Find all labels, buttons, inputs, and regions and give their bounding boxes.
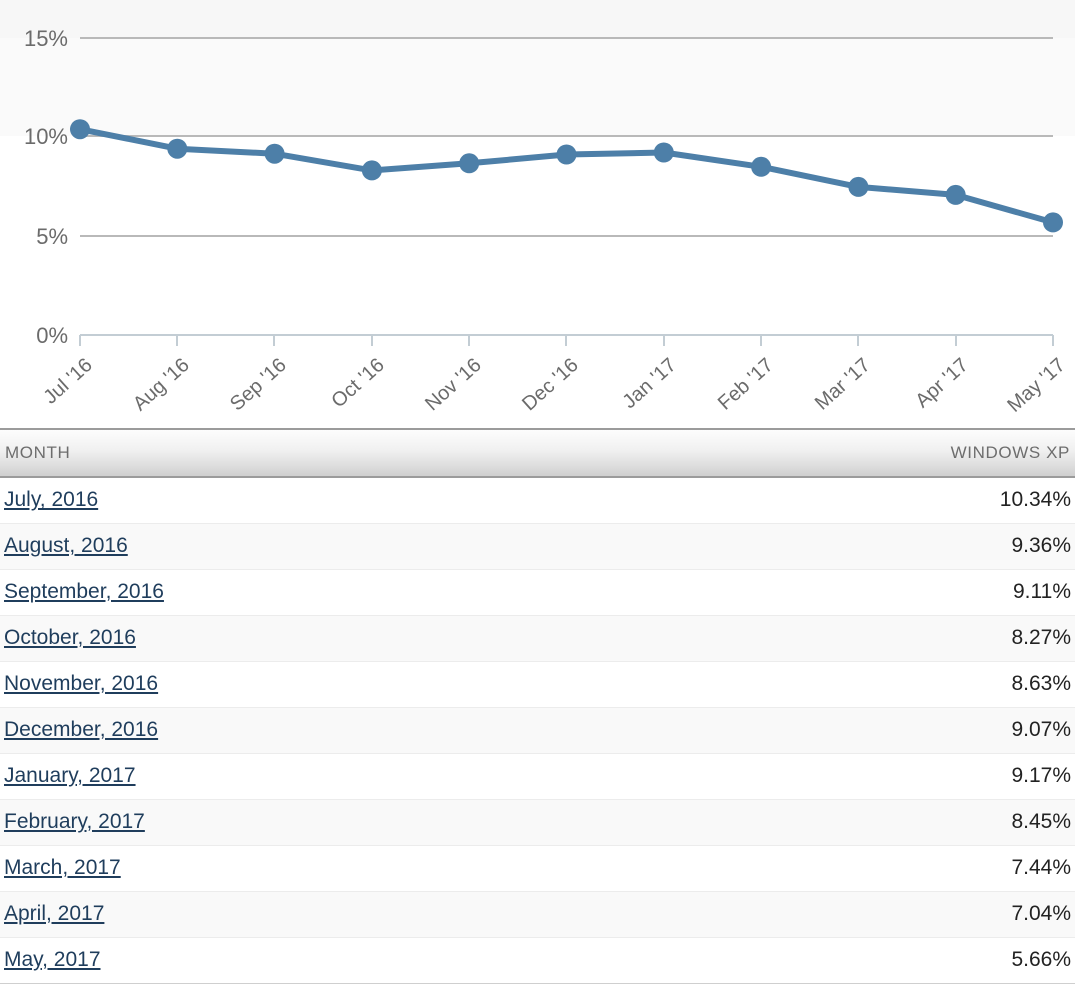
cell-windows-xp-value: 9.11% [538, 569, 1075, 615]
table-row: April, 2017 7.04% [0, 891, 1075, 937]
data-point-marker[interactable]: Aug '16: 9.36% [167, 139, 187, 159]
month-link[interactable]: September, 2016 [4, 580, 164, 603]
chart-bands [0, 0, 1075, 428]
data-point-marker[interactable]: Dec '16: 9.07% [557, 145, 577, 165]
y-tick-label: 0% [36, 323, 68, 348]
month-link[interactable]: October, 2016 [4, 626, 136, 649]
table-row: July, 2016 10.34% [0, 477, 1075, 523]
month-link[interactable]: May, 2017 [4, 948, 101, 971]
cell-windows-xp-value: 10.34% [538, 477, 1075, 523]
cell-windows-xp-value: 7.44% [538, 845, 1075, 891]
cell-windows-xp-value: 8.27% [538, 615, 1075, 661]
cell-month: December, 2016 [0, 707, 538, 753]
table-header-row: MONTH WINDOWS XP [0, 429, 1075, 477]
month-link[interactable]: July, 2016 [4, 488, 98, 511]
month-link[interactable]: March, 2017 [4, 856, 121, 879]
chart-canvas: 15% 10% 5% 0% Jul '16 Aug '16 Sep '16 Oc… [0, 0, 1075, 428]
cell-windows-xp-value: 9.17% [538, 753, 1075, 799]
cell-windows-xp-value: 8.63% [538, 661, 1075, 707]
month-link[interactable]: December, 2016 [4, 718, 158, 741]
cell-windows-xp-value: 7.04% [538, 891, 1075, 937]
cell-month: May, 2017 [0, 937, 538, 983]
y-tick-label: 5% [36, 224, 68, 249]
data-point-marker[interactable]: Feb '17: 8.45% [751, 157, 771, 177]
cell-month: April, 2017 [0, 891, 538, 937]
cell-month: August, 2016 [0, 523, 538, 569]
month-link[interactable]: January, 2017 [4, 764, 136, 787]
month-link[interactable]: April, 2017 [4, 902, 104, 925]
y-tick-label: 15% [24, 26, 68, 51]
monthly-data-table-wrapper: MONTH WINDOWS XP July, 201610.34%August,… [0, 428, 1075, 984]
cell-windows-xp-value: 5.66% [538, 937, 1075, 983]
data-point-marker[interactable]: Nov '16: 8.63% [459, 153, 479, 173]
cell-month: November, 2016 [0, 661, 538, 707]
cell-windows-xp-value: 9.36% [538, 523, 1075, 569]
table-row: August, 2016 9.36% [0, 523, 1075, 569]
data-point-marker[interactable]: Apr '17: 7.04% [946, 185, 966, 205]
table-row: March, 2017 7.44% [0, 845, 1075, 891]
data-point-marker[interactable]: Oct '16: 8.27% [362, 160, 382, 180]
cell-month: February, 2017 [0, 799, 538, 845]
column-header-month[interactable]: MONTH [0, 429, 538, 477]
data-point-marker[interactable]: Mar '17: 7.44% [848, 177, 868, 197]
month-link[interactable]: November, 2016 [4, 672, 158, 695]
stats-page: 15% 10% 5% 0% Jul '16 Aug '16 Sep '16 Oc… [0, 0, 1075, 990]
cell-month: January, 2017 [0, 753, 538, 799]
month-link[interactable]: August, 2016 [4, 534, 128, 557]
cell-month: July, 2016 [0, 477, 538, 523]
table-row: February, 2017 8.45% [0, 799, 1075, 845]
cell-windows-xp-value: 9.07% [538, 707, 1075, 753]
table-row: November, 2016 8.63% [0, 661, 1075, 707]
column-header-windows-xp[interactable]: WINDOWS XP [538, 429, 1075, 477]
y-tick-label: 10% [24, 124, 68, 149]
cell-month: September, 2016 [0, 569, 538, 615]
data-point-marker[interactable]: Jan '17: 9.17% [654, 143, 674, 163]
monthly-data-table: MONTH WINDOWS XP July, 201610.34%August,… [0, 428, 1075, 984]
data-point-marker[interactable]: Sep '16: 9.11% [265, 144, 285, 164]
table-row: May, 2017 5.66% [0, 937, 1075, 983]
table-row: January, 2017 9.17% [0, 753, 1075, 799]
table-row: October, 2016 8.27% [0, 615, 1075, 661]
cell-month: October, 2016 [0, 615, 538, 661]
cell-windows-xp-value: 8.45% [538, 799, 1075, 845]
table-head: MONTH WINDOWS XP [0, 429, 1075, 477]
data-point-marker[interactable]: May '17: 5.66% [1043, 212, 1063, 232]
month-link[interactable]: February, 2017 [4, 810, 145, 833]
data-point-marker[interactable]: Jul '16: 10.34% [70, 119, 90, 139]
table-body: July, 201610.34%August, 20169.36%Septemb… [0, 477, 1075, 983]
cell-month: March, 2017 [0, 845, 538, 891]
table-row: December, 2016 9.07% [0, 707, 1075, 753]
usage-share-chart: 15% 10% 5% 0% Jul '16 Aug '16 Sep '16 Oc… [0, 0, 1075, 428]
table-row: September, 2016 9.11% [0, 569, 1075, 615]
